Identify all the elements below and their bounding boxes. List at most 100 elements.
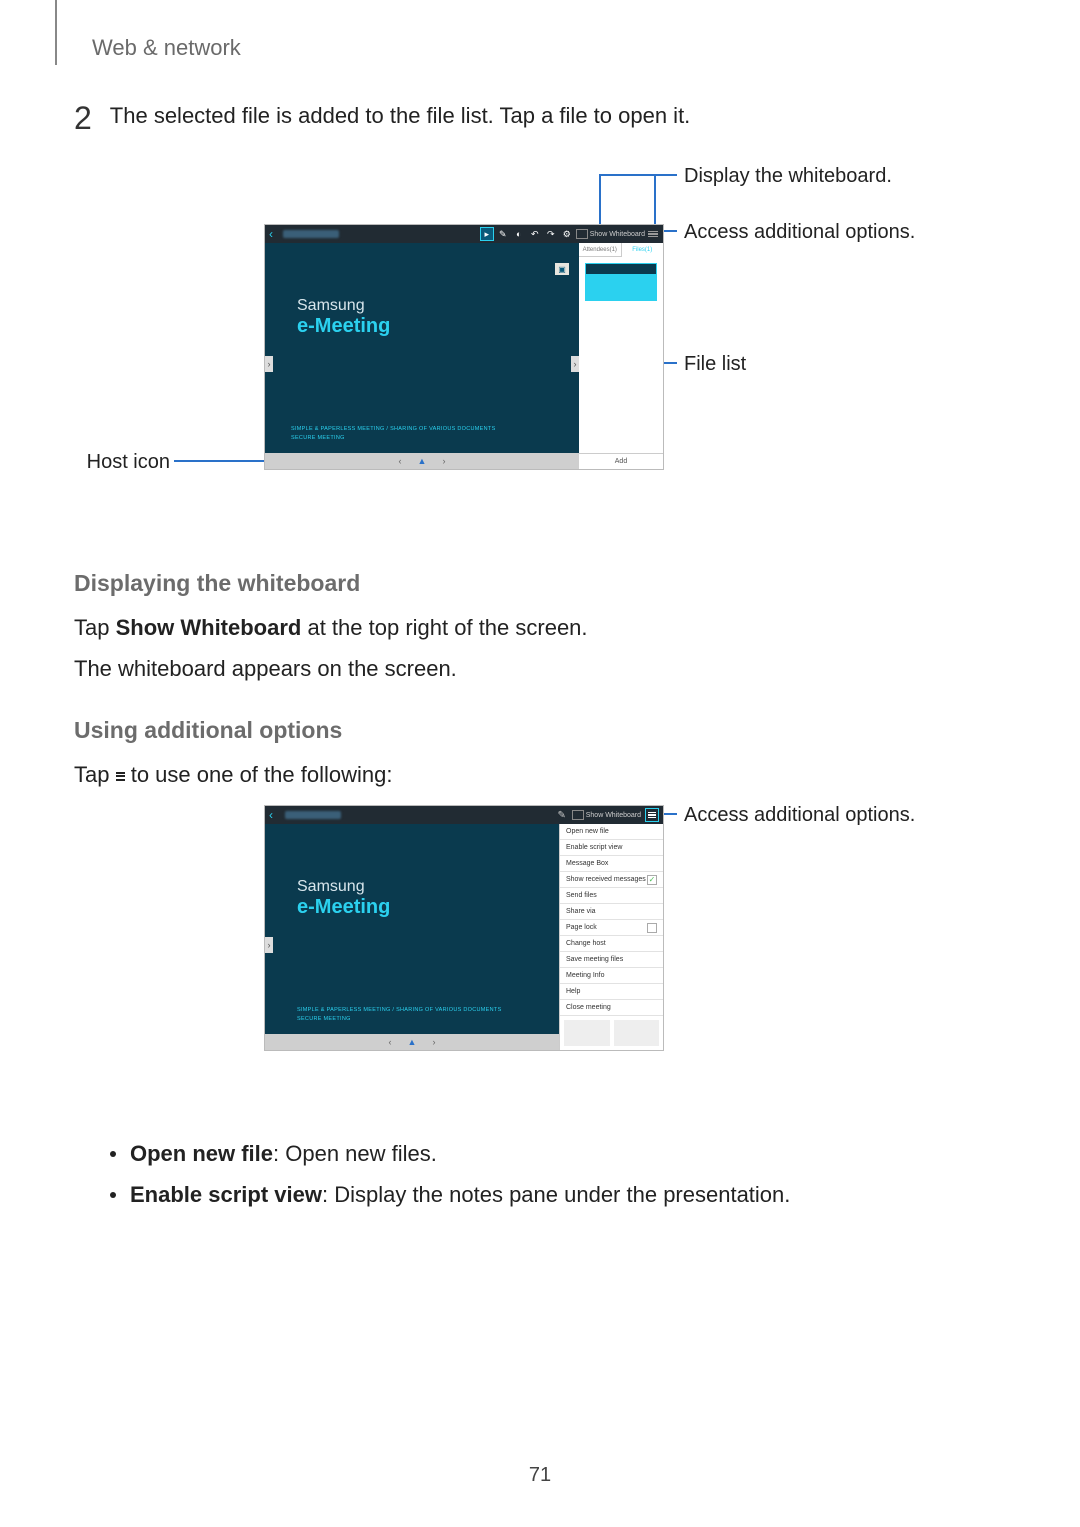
shot1-main-slide[interactable]: ▣ Samsung e-Meeting SIMPLE & PAPERLESS M… <box>265 243 579 469</box>
menu-item-meeting-info[interactable]: Meeting Info <box>560 968 663 984</box>
pen-icon[interactable]: ✎ <box>556 809 568 821</box>
footer-next-icon[interactable]: › <box>428 1037 440 1047</box>
callout-additional-options-2: Access additional options. <box>684 803 915 828</box>
slide-brand: Samsung <box>297 297 365 315</box>
back-icon[interactable]: ‹ <box>269 227 273 241</box>
pen-icon[interactable]: ✎ <box>496 227 510 241</box>
slide-next-icon[interactable]: › <box>571 356 579 372</box>
step-number: 2 <box>74 102 92 134</box>
checkbox-checked-icon[interactable]: ✓ <box>647 875 657 885</box>
slide-subtitle-2: SECURE MEETING <box>291 434 561 443</box>
shot1-side-panel: Attendees(1) Files(1) Add <box>579 243 663 469</box>
show-whiteboard-button[interactable]: Show Whiteboard <box>576 229 645 239</box>
text-fragment: to use one of the following: <box>125 762 393 787</box>
bullet-desc: : Open new files. <box>273 1141 437 1166</box>
page-content: 2 The selected file is added to the file… <box>74 102 994 1221</box>
show-whiteboard-label: Show Whiteboard <box>586 812 641 819</box>
menu-below-thumbs <box>560 1016 663 1050</box>
show-whiteboard-button[interactable]: Show Whiteboard <box>572 810 641 820</box>
page-header: Web & network <box>92 35 241 61</box>
callout-file-list: File list <box>684 352 746 377</box>
callout-display-whiteboard: Display the whiteboard. <box>684 164 892 189</box>
heading-additional-options: Using additional options <box>74 717 994 744</box>
step-row: 2 The selected file is added to the file… <box>74 102 994 134</box>
tab-files[interactable]: Files(1) <box>622 243 664 257</box>
shot2-main-slide[interactable]: Samsung e-Meeting SIMPLE & PAPERLESS MEE… <box>265 824 559 1050</box>
shot2-dropdown-menu: Open new file Enable script view Message… <box>559 824 663 1050</box>
callout-additional-options: Access additional options. <box>684 220 915 245</box>
menu-item-send-files[interactable]: Send files <box>560 888 663 904</box>
screenshot-2-container: Access additional options. ‹ ✎ Show Whit… <box>74 799 994 1139</box>
menu-item-close-meeting[interactable]: Close meeting <box>560 1000 663 1016</box>
text-bold-show-whiteboard: Show Whiteboard <box>116 615 302 640</box>
screenshot-1-container: Host icon Display the whiteboard. Access… <box>74 160 994 570</box>
menu-item-message-box[interactable]: Message Box <box>560 856 663 872</box>
slide-prev-icon[interactable]: › <box>265 937 273 953</box>
expand-icon <box>576 229 588 239</box>
menu-item-change-host[interactable]: Change host <box>560 936 663 952</box>
tab-attendees[interactable]: Attendees(1) <box>579 243 622 257</box>
bullet-dot-icon <box>110 1192 116 1198</box>
more-options-inline-icon <box>116 770 125 782</box>
slide-subtitle-2: SECURE MEETING <box>297 1015 502 1024</box>
text-fragment: Tap <box>74 762 116 787</box>
undo-icon[interactable]: ↶ <box>528 227 542 241</box>
slide-subtitles: SIMPLE & PAPERLESS MEETING / SHARING OF … <box>297 1006 502 1024</box>
slide-prev-icon[interactable]: › <box>265 356 273 372</box>
footer-next-icon[interactable]: › <box>438 456 450 466</box>
shot2-topbar: ‹ ✎ Show Whiteboard <box>265 806 663 824</box>
checkbox-unchecked-icon[interactable] <box>647 923 657 933</box>
menu-item-share-via[interactable]: Share via <box>560 904 663 920</box>
pointer-icon[interactable]: ▸ <box>480 227 494 241</box>
bullet-enable-script-view: Enable script view: Display the notes pa… <box>110 1180 994 1211</box>
menu-item-show-received-messages[interactable]: Show received messages✓ <box>560 872 663 888</box>
add-button[interactable]: Add <box>579 453 663 469</box>
para-tap-menu: Tap to use one of the following: <box>74 758 994 791</box>
menu-item-open-new-file[interactable]: Open new file <box>560 824 663 840</box>
expand-icon <box>572 810 584 820</box>
bullet-dot-icon <box>110 1151 116 1157</box>
footer-prev-icon[interactable]: ‹ <box>384 1037 396 1047</box>
more-options-icon[interactable] <box>647 228 659 240</box>
screenshot-2: ‹ ✎ Show Whiteboard Samsung e-Meeting SI… <box>264 805 664 1051</box>
meeting-title-blurred <box>285 811 341 819</box>
bullet-term: Open new file <box>130 1141 273 1166</box>
slide-subtitle-1: SIMPLE & PAPERLESS MEETING / SHARING OF … <box>291 425 561 434</box>
back-icon[interactable]: ‹ <box>269 808 273 822</box>
shot2-footer-bar: ‹ ▲ › <box>265 1034 559 1050</box>
screenshot-1: ‹ ▸ ✎ ◐ ↶ ↷ ⚙ Show Whiteboard ▣ Samsung <box>264 224 664 470</box>
palette-icon[interactable]: ⚙ <box>560 227 574 241</box>
show-whiteboard-label: Show Whiteboard <box>590 231 645 238</box>
more-options-icon[interactable] <box>645 808 659 822</box>
slide-product: e-Meeting <box>297 315 390 338</box>
redo-icon[interactable]: ↷ <box>544 227 558 241</box>
presentation-mark-icon: ▣ <box>555 263 569 275</box>
bullet-list: Open new file: Open new files. Enable sc… <box>110 1139 994 1211</box>
meeting-title-blurred <box>283 230 339 238</box>
slide-product: e-Meeting <box>297 896 390 919</box>
bullet-open-new-file: Open new file: Open new files. <box>110 1139 994 1170</box>
heading-displaying-whiteboard: Displaying the whiteboard <box>74 570 994 597</box>
bullet-term: Enable script view <box>130 1182 322 1207</box>
slide-subtitle-1: SIMPLE & PAPERLESS MEETING / SHARING OF … <box>297 1006 502 1015</box>
page-left-rule <box>55 0 57 65</box>
menu-item-page-lock[interactable]: Page lock <box>560 920 663 936</box>
para-whiteboard-appears: The whiteboard appears on the screen. <box>74 652 994 685</box>
eraser-icon[interactable]: ◐ <box>512 227 526 241</box>
file-thumbnail[interactable] <box>585 263 657 301</box>
text-fragment: Tap <box>74 615 116 640</box>
text-fragment: at the top right of the screen. <box>301 615 587 640</box>
para-show-whiteboard: Tap Show Whiteboard at the top right of … <box>74 611 994 644</box>
footer-host-icon[interactable]: ▲ <box>406 1037 418 1047</box>
bullet-desc: : Display the notes pane under the prese… <box>322 1182 790 1207</box>
callout-host-icon: Host icon <box>74 450 170 475</box>
menu-item-save-meeting-files[interactable]: Save meeting files <box>560 952 663 968</box>
footer-prev-icon[interactable]: ‹ <box>394 456 406 466</box>
step-text: The selected file is added to the file l… <box>110 102 691 131</box>
shot1-footer-bar: ‹ ▲ › <box>265 453 579 469</box>
footer-host-icon[interactable]: ▲ <box>416 456 428 466</box>
menu-item-enable-script-view[interactable]: Enable script view <box>560 840 663 856</box>
shot1-topbar: ‹ ▸ ✎ ◐ ↶ ↷ ⚙ Show Whiteboard <box>265 225 663 243</box>
slide-brand: Samsung <box>297 878 365 896</box>
menu-item-help[interactable]: Help <box>560 984 663 1000</box>
